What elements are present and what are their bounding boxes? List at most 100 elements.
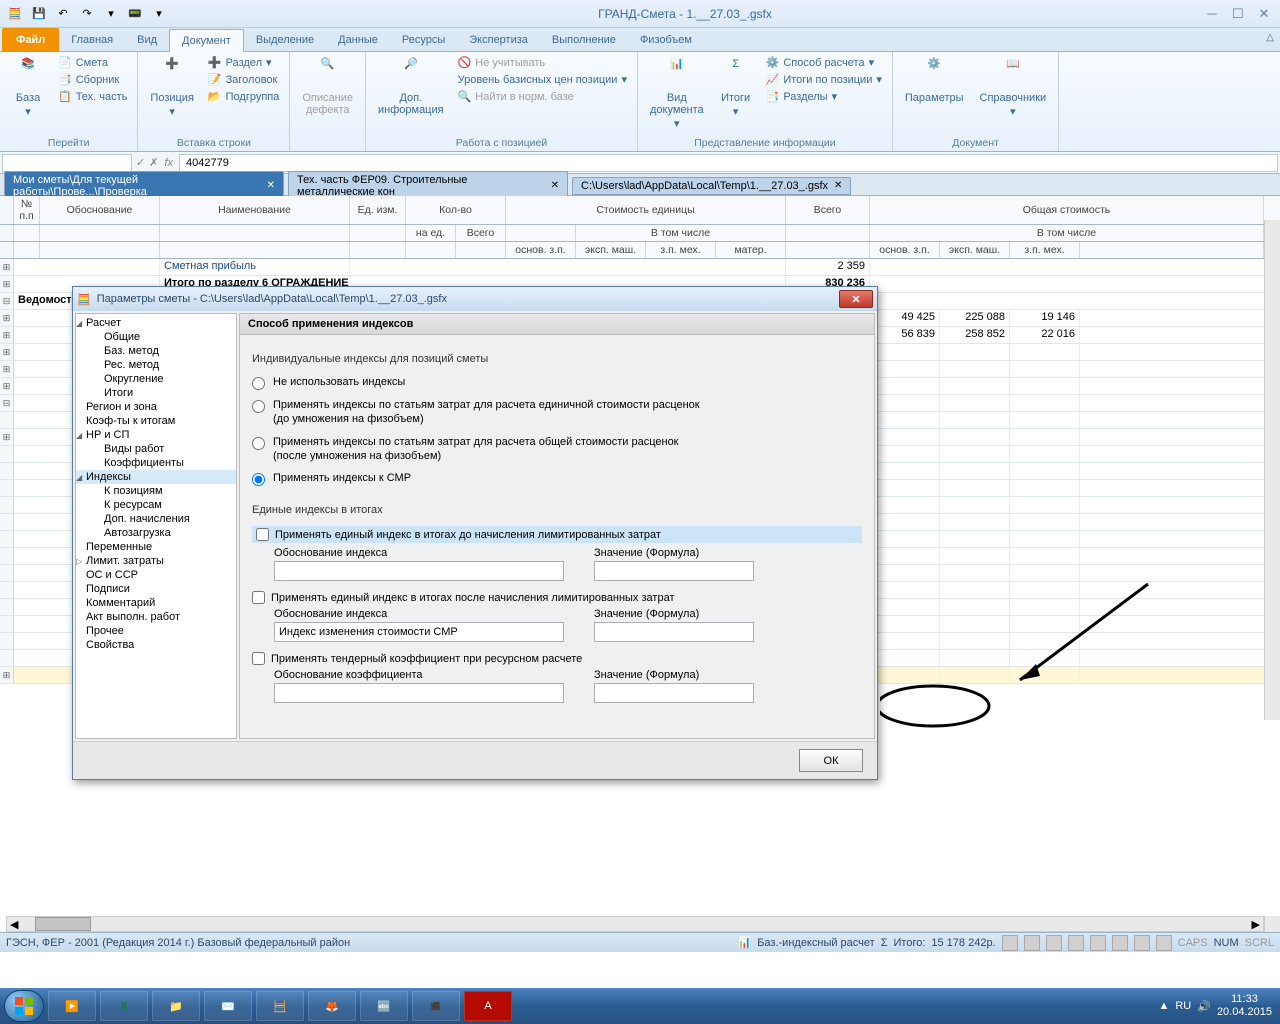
itogi-button[interactable]: ΣИтоги▾ (714, 54, 758, 122)
qat-more-icon[interactable]: ▾ (148, 3, 170, 25)
tab-selection[interactable]: Выделение (244, 28, 326, 51)
task-excel[interactable]: X (100, 991, 148, 1021)
expand-icon[interactable] (0, 599, 14, 615)
razdel-button[interactable]: ➕ Раздел ▾ (204, 54, 283, 71)
chk-after-limit[interactable] (252, 591, 265, 604)
tab-data[interactable]: Данные (326, 28, 390, 51)
tab-main[interactable]: Главная (59, 28, 125, 51)
position-button[interactable]: ➕Позиция▾ (144, 54, 200, 122)
tree-item[interactable]: Прочее (76, 624, 236, 638)
calc-icon[interactable]: 📟 (124, 3, 146, 25)
expand-icon[interactable]: ⊞ (0, 667, 14, 683)
tree-item[interactable]: ◢НР и СП (76, 428, 236, 442)
dialog-titlebar[interactable]: 🧮 Параметры сметы - C:\Users\lad\AppData… (73, 287, 877, 311)
task-media-player[interactable]: ▶️ (48, 991, 96, 1021)
tree-item[interactable]: Доп. начисления (76, 512, 236, 526)
input-value-3[interactable] (594, 683, 754, 703)
tree-item[interactable]: Акт выполн. работ (76, 610, 236, 624)
task-firefox[interactable]: 🦊 (308, 991, 356, 1021)
tree-item[interactable]: Переменные (76, 540, 236, 554)
itogipos-button[interactable]: 📈 Итоги по позиции ▾ (762, 71, 886, 88)
zagolovok-button[interactable]: 📝 Заголовок (204, 71, 283, 88)
app-icon[interactable]: 🧮 (4, 3, 26, 25)
task-app[interactable]: ◼️ (412, 991, 460, 1021)
tray-flag-icon[interactable]: 🔊 (1197, 1000, 1211, 1013)
task-explorer[interactable]: 📁 (152, 991, 200, 1021)
input-value-2[interactable] (594, 622, 754, 642)
tree-item[interactable]: ▷Лимит. затраты (76, 554, 236, 568)
tab-physvolume[interactable]: Физобъем (628, 28, 704, 51)
tab-expertise[interactable]: Экспертиза (457, 28, 540, 51)
sposob-button[interactable]: ⚙️ Способ расчета ▾ (762, 54, 886, 71)
close-icon[interactable]: ✕ (267, 180, 275, 191)
name-box[interactable] (2, 154, 132, 172)
expand-icon[interactable]: ⊟ (0, 395, 14, 411)
tree-item[interactable]: ◢Расчет (76, 316, 236, 330)
input-value-1[interactable] (594, 561, 754, 581)
chk-before-limit[interactable] (256, 528, 269, 541)
tree-item[interactable]: Виды работ (76, 442, 236, 456)
tree-item[interactable]: К позициям (76, 484, 236, 498)
tree-item[interactable]: Коэффициенты (76, 456, 236, 470)
expand-icon[interactable] (0, 548, 14, 564)
save-icon[interactable]: 💾 (28, 3, 50, 25)
base-button[interactable]: 📚База▾ (6, 54, 50, 122)
tree-item[interactable]: Регион и зона (76, 400, 236, 414)
expand-icon[interactable] (0, 412, 14, 428)
tree-item[interactable]: Комментарий (76, 596, 236, 610)
expand-icon[interactable]: ⊞ (0, 327, 14, 343)
expand-icon[interactable] (0, 480, 14, 496)
tree-item[interactable]: Свойства (76, 638, 236, 652)
formula-input[interactable]: 4042779 (179, 154, 1278, 172)
task-grandsmeta[interactable]: 🧮 (256, 991, 304, 1021)
vid-doc-button[interactable]: 📊Вид документа▾ (644, 54, 710, 134)
expand-icon[interactable] (0, 565, 14, 581)
task-adobe[interactable]: A (464, 991, 512, 1021)
level-button[interactable]: Уровень базисных цен позиции ▾ (454, 71, 631, 88)
input-obosn-1[interactable] (274, 561, 564, 581)
status-icon[interactable] (1024, 935, 1040, 951)
expand-icon[interactable] (0, 463, 14, 479)
more-icon[interactable]: ▾ (100, 3, 122, 25)
expand-icon[interactable] (0, 497, 14, 513)
expand-icon[interactable]: ⊞ (0, 429, 14, 445)
fx-icon[interactable]: fx (160, 157, 177, 169)
expand-icon[interactable]: ⊞ (0, 361, 14, 377)
task-thunderbird[interactable]: ✉️ (204, 991, 252, 1021)
expand-icon[interactable] (0, 531, 14, 547)
maximize-button[interactable]: ☐ (1226, 5, 1250, 23)
status-icon[interactable] (1046, 935, 1062, 951)
expand-icon[interactable]: ⊞ (0, 378, 14, 394)
status-icon[interactable] (1090, 935, 1106, 951)
close-button[interactable]: ✕ (1252, 5, 1276, 23)
tray-clock[interactable]: 11:3320.04.2015 (1217, 993, 1272, 1019)
expand-icon[interactable] (0, 633, 14, 649)
tech-button[interactable]: 📋 Тех. часть (54, 88, 131, 105)
status-icon[interactable] (1068, 935, 1084, 951)
status-icon[interactable] (1134, 935, 1150, 951)
chk-tender[interactable] (252, 652, 265, 665)
tree-item[interactable]: Итоги (76, 386, 236, 400)
radio-total-cost[interactable] (252, 437, 265, 450)
expand-icon[interactable] (0, 582, 14, 598)
tree-item[interactable]: Баз. метод (76, 344, 236, 358)
undo-icon[interactable]: ↶ (52, 3, 74, 25)
expand-icon[interactable]: ⊞ (0, 276, 14, 292)
expand-icon[interactable] (0, 616, 14, 632)
minimize-button[interactable]: ─ (1200, 5, 1224, 23)
task-abc[interactable]: 🔤 (360, 991, 408, 1021)
radio-no-index[interactable] (252, 377, 265, 390)
expand-icon[interactable] (0, 514, 14, 530)
radio-smr[interactable] (252, 473, 265, 486)
tray-lang[interactable]: RU (1175, 1000, 1191, 1012)
horizontal-scrollbar[interactable]: ◀▶ (6, 916, 1264, 932)
tree-item[interactable]: Округление (76, 372, 236, 386)
params-button[interactable]: ⚙️Параметры (899, 54, 970, 108)
tree-item[interactable]: ◢Индексы (76, 470, 236, 484)
status-icon[interactable] (1002, 935, 1018, 951)
tree-item[interactable]: К ресурсам (76, 498, 236, 512)
tree-item[interactable]: Коэф-ты к итогам (76, 414, 236, 428)
close-icon[interactable]: ✕ (834, 180, 842, 191)
dopinfo-button[interactable]: 🔎Доп. информация (372, 54, 450, 120)
collapse-icon[interactable]: ⊟ (0, 293, 14, 309)
